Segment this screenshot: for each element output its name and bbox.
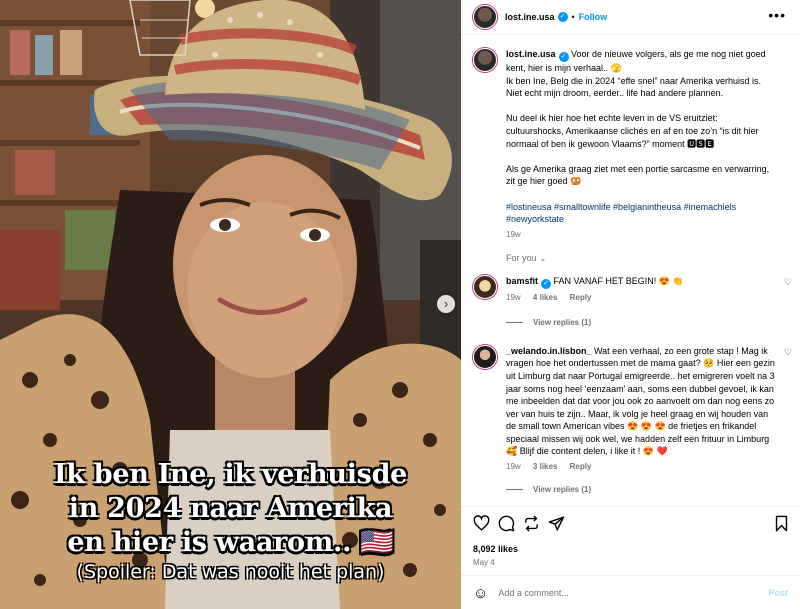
comment-age: 19w xyxy=(506,292,521,302)
verified-badge-icon: ✓ xyxy=(558,52,569,62)
avatar[interactable] xyxy=(473,5,497,29)
view-replies-label: View replies (1) xyxy=(533,317,592,327)
share-icon[interactable] xyxy=(548,515,565,532)
view-replies-label: View replies (1) xyxy=(533,485,592,495)
emoji-icon[interactable]: ☺ xyxy=(473,585,488,602)
separator: • xyxy=(571,12,575,22)
follow-button[interactable]: Follow xyxy=(579,12,608,22)
more-options-icon[interactable]: ••• xyxy=(768,8,786,22)
comment-likes[interactable]: 3 likes xyxy=(533,462,557,471)
comment-body: Wat een verhaal, zo een grote stap ! Mag… xyxy=(506,345,775,457)
post-age: 19w xyxy=(506,229,521,239)
comments-scroll-area[interactable]: lost.ine.usa ✓ Voor de nieuwe volgers, al… xyxy=(461,36,800,506)
action-icons xyxy=(473,515,565,532)
view-replies-button[interactable]: View replies (1) xyxy=(506,318,776,327)
post-date: May 4 xyxy=(473,558,495,567)
comment-meta: 19w 4 likes Reply xyxy=(506,293,776,302)
comment-text: _welando.in.lisbon_ Wat een verhaal, zo … xyxy=(506,345,776,458)
comment-age: 19w xyxy=(506,462,521,472)
caption-username[interactable]: lost.ine.usa xyxy=(506,49,556,59)
comment-input[interactable] xyxy=(498,588,769,598)
overlay-line: Ik ben Ine, ik verhuisde xyxy=(53,459,408,490)
post-comment-button[interactable]: Post xyxy=(768,588,788,598)
for-you-row: For you ⌄ xyxy=(461,253,800,264)
view-replies-button[interactable]: View replies (1) xyxy=(506,485,776,494)
comment-item: _welando.in.lisbon_ Wat een verhaal, zo … xyxy=(461,344,800,494)
reply-button[interactable]: Reply xyxy=(570,293,592,302)
overlay-spoiler: (Spoiler: Dat was nooit het plan) xyxy=(76,561,385,583)
for-you-sort[interactable]: For you ⌄ xyxy=(506,253,547,263)
comment-body: FAN VANAF HET BEGIN! 😍 👏 xyxy=(551,275,684,286)
verified-badge-icon: ✓ xyxy=(557,12,568,22)
post-caption: lost.ine.usa ✓ Voor de nieuwe volgers, al… xyxy=(461,48,800,239)
add-comment-bar: ☺ Post xyxy=(461,575,800,609)
post-actions: 8,092 likes May 4 ☺ Post xyxy=(461,506,800,609)
avatar[interactable] xyxy=(473,274,497,299)
like-comment-heart-icon[interactable]: ♡ xyxy=(784,347,792,358)
next-slide-button[interactable]: › xyxy=(437,295,455,313)
caption-line: Ik ben Ine, Belg die in 2024 “effe snel”… xyxy=(506,75,761,99)
heart-icon[interactable] xyxy=(473,515,490,532)
comment-meta: 19w 3 likes Reply xyxy=(506,462,776,471)
replies-divider xyxy=(506,321,523,323)
hashtags[interactable]: #lostineusa #smalltownlife #belgianinthe… xyxy=(506,202,736,225)
caption-text: lost.ine.usa ✓ Voor de nieuwe volgers, al… xyxy=(506,48,776,226)
avatar[interactable] xyxy=(473,48,497,72)
avatar[interactable] xyxy=(473,344,497,369)
comment-username[interactable]: bamsfit xyxy=(506,276,538,286)
comment-text: bamsfit ✓ FAN VANAF HET BEGIN! 😍 👏 xyxy=(506,275,776,289)
chevron-right-icon: › xyxy=(443,296,449,311)
comment-icon[interactable] xyxy=(498,515,515,532)
bookmark-icon[interactable] xyxy=(773,515,790,532)
overlay-line: in 2024 naar Amerika xyxy=(68,493,393,524)
post-detail-panel: lost.ine.usa ✓ • Follow ••• lost.ine.usa… xyxy=(461,0,800,609)
post-header: lost.ine.usa ✓ • Follow ••• xyxy=(461,0,800,35)
reply-button[interactable]: Reply xyxy=(570,462,592,471)
likes-count[interactable]: 8,092 likes xyxy=(473,544,518,554)
caption-meta: 19w xyxy=(506,230,776,239)
comment-likes[interactable]: 4 likes xyxy=(533,293,557,302)
replies-divider xyxy=(506,489,523,491)
post-media[interactable]: Ik ben Ine, ik verhuisde in 2024 naar Am… xyxy=(0,0,461,609)
like-comment-heart-icon[interactable]: ♡ xyxy=(784,277,792,288)
overlay-line: en hier is waarom.. 🇺🇸 xyxy=(67,527,394,558)
comment-item: bamsfit ✓ FAN VANAF HET BEGIN! 😍 👏 ♡ 19w … xyxy=(461,274,800,327)
author-username[interactable]: lost.ine.usa xyxy=(505,12,555,22)
caption-line: Nu deel ik hier hoe het echte leven in d… xyxy=(506,113,759,149)
comment-username[interactable]: _welando.in.lisbon_ xyxy=(506,346,592,356)
repost-icon[interactable] xyxy=(523,515,540,532)
verified-badge-icon: ✓ xyxy=(541,278,552,289)
media-text-overlay: Ik ben Ine, ik verhuisde in 2024 naar Am… xyxy=(0,458,461,584)
caption-line: Als ge Amerika graag ziet met een portie… xyxy=(506,163,770,187)
